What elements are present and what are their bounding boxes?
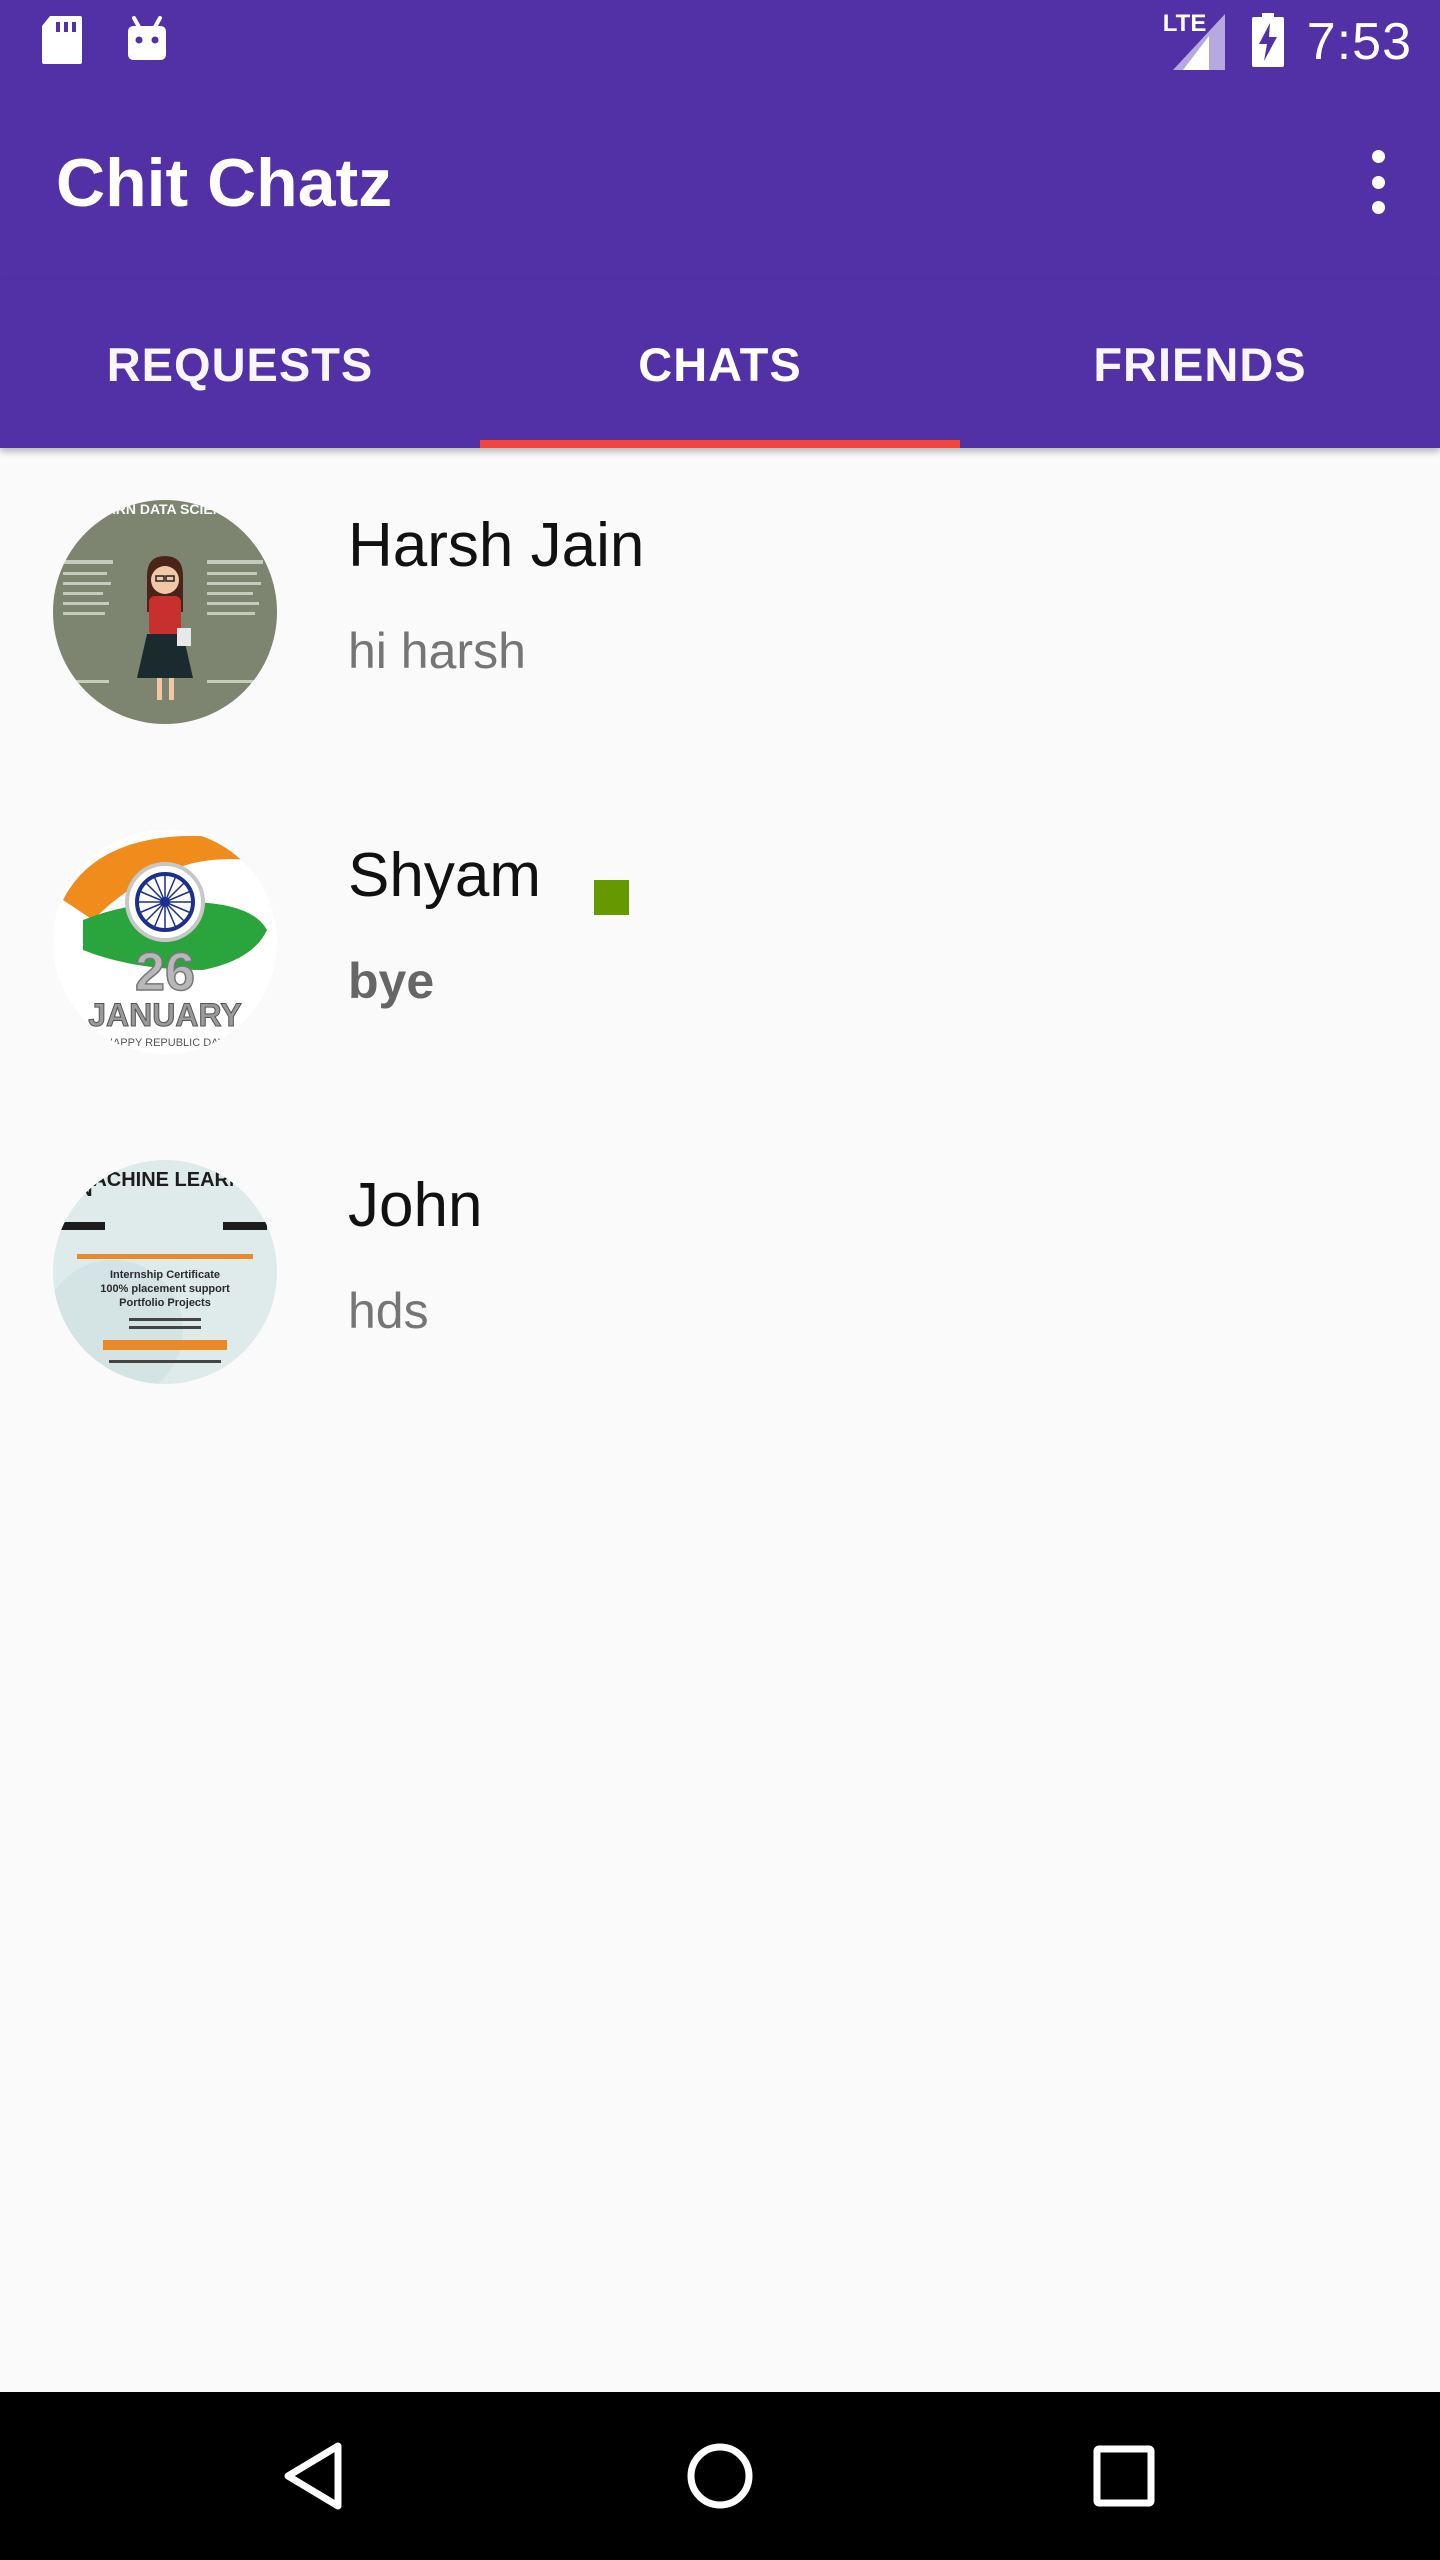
- screen: LTE 7:53 Chit Chatz REQUESTS CHATS FRIEN…: [0, 0, 1440, 2560]
- avatar-shyam-number: 26: [135, 942, 195, 1002]
- back-icon[interactable]: [266, 2426, 366, 2526]
- chat-item[interactable]: ION MACHINE LEARNING Internship Certific…: [0, 1108, 1440, 1438]
- chat-last-message: hi harsh: [348, 623, 526, 679]
- menu-dot: [1371, 175, 1385, 189]
- tab-chats[interactable]: CHATS: [480, 280, 960, 448]
- tab-requests-label: REQUESTS: [106, 337, 374, 391]
- avatar[interactable]: 26 JANUARY HAPPY REPUBLIC DAY: [53, 830, 277, 1054]
- app-title: Chit Chatz: [56, 145, 393, 221]
- chat-item[interactable]: 26 JANUARY HAPPY REPUBLIC DAY Shyam bye: [0, 778, 1440, 1108]
- tab-friends[interactable]: FRIENDS: [960, 280, 1440, 448]
- avatar-harsh-heading: LEARN DATA SCIENCE: [88, 501, 243, 517]
- avatar-shyam-caption: HAPPY REPUBLIC DAY: [105, 1037, 226, 1049]
- battery-charging-icon: [1251, 12, 1285, 72]
- avatar-shyam-month: JANUARY: [88, 997, 242, 1033]
- sd-card-icon: [40, 14, 88, 66]
- signal-icon: LTE: [1163, 10, 1229, 74]
- avatar-john-title-right: MACHINE LEARNING: [76, 1169, 277, 1191]
- recents-icon[interactable]: [1074, 2426, 1174, 2526]
- chat-item[interactable]: LEARN DATA SCIENCE Harsh Jain hi harsh: [0, 448, 1440, 778]
- status-bar: LTE 7:53: [0, 0, 1440, 84]
- menu-dot: [1371, 150, 1385, 163]
- chat-list: LEARN DATA SCIENCE Harsh Jain hi harsh 2…: [0, 448, 1440, 1438]
- chat-name: Shyam: [348, 841, 541, 910]
- status-right-group: LTE 7:53: [1163, 0, 1412, 84]
- tab-friends-label: FRIENDS: [1093, 337, 1307, 391]
- avatar-john-line2: 100% placement support: [100, 1283, 230, 1295]
- tab-requests[interactable]: REQUESTS: [0, 280, 480, 448]
- avatar-john-line1: Internship Certificate: [110, 1269, 220, 1281]
- avatar-john-line3: Portfolio Projects: [119, 1297, 211, 1309]
- online-status-indicator: [594, 880, 629, 915]
- avatar[interactable]: LEARN DATA SCIENCE: [53, 500, 277, 724]
- status-time: 7:53: [1306, 13, 1412, 71]
- menu-dot: [1371, 201, 1385, 214]
- tab-bar: REQUESTS CHATS FRIENDS: [0, 280, 1440, 448]
- tab-chats-label: CHATS: [638, 337, 802, 391]
- more-vert-icon[interactable]: [1356, 150, 1400, 214]
- avatar[interactable]: ION MACHINE LEARNING Internship Certific…: [53, 1160, 277, 1384]
- chat-last-message: bye: [348, 953, 435, 1009]
- chat-name: John: [348, 1171, 483, 1240]
- network-type-label: LTE: [1162, 10, 1207, 37]
- chat-last-message: hds: [348, 1283, 429, 1339]
- nav-bar: [0, 2392, 1440, 2560]
- tab-indicator: [480, 440, 960, 448]
- home-icon[interactable]: [670, 2426, 770, 2526]
- android-icon: [124, 14, 172, 66]
- app-bar: Chit Chatz: [0, 84, 1440, 280]
- chat-name: Harsh Jain: [348, 511, 645, 580]
